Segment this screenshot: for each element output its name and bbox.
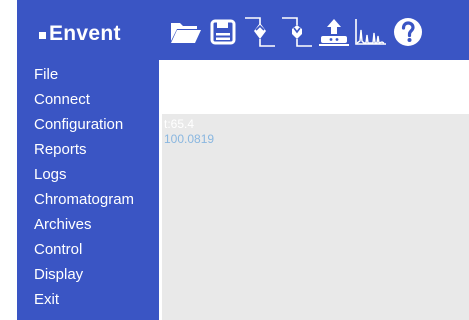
menu-item-reports[interactable]: Reports — [34, 140, 87, 160]
open-file-button[interactable] — [167, 14, 204, 50]
download-from-device-icon — [281, 17, 312, 47]
main-menu: File Connect Configuration Reports Logs … — [17, 60, 159, 320]
help-button[interactable] — [389, 14, 426, 50]
save-disk-icon — [210, 19, 235, 45]
upload-network-icon — [318, 19, 349, 46]
menu-item-connect[interactable]: Connect — [34, 90, 90, 110]
value-readout: 100.0819 — [164, 132, 215, 146]
logo-mark — [39, 31, 46, 39]
toolbar — [167, 14, 426, 50]
upload-network-button[interactable] — [315, 14, 352, 50]
menu-item-control[interactable]: Control — [34, 240, 82, 260]
chromatogram-button[interactable] — [352, 14, 389, 50]
menu-item-archives[interactable]: Archives — [34, 215, 92, 235]
upload-to-device-icon — [244, 17, 275, 47]
help-icon — [393, 18, 422, 46]
menu-item-configuration[interactable]: Configuration — [34, 115, 123, 135]
app-window: Envent File Connect Configuration Report… — [17, 0, 469, 320]
menu-item-chromatogram[interactable]: Chromatogram — [34, 190, 134, 210]
panel-divider — [159, 114, 162, 320]
menu-item-exit[interactable]: Exit — [34, 290, 59, 310]
menu-item-logs[interactable]: Logs — [34, 165, 67, 185]
time-readout: t:65.4 — [164, 117, 195, 131]
download-from-device-button[interactable] — [278, 14, 315, 50]
folder-open-icon — [170, 23, 201, 43]
brand-name: Envent — [49, 22, 121, 45]
status-panel — [159, 60, 469, 114]
save-button[interactable] — [204, 14, 241, 50]
app-logo: Envent — [39, 19, 121, 49]
upload-to-device-button[interactable] — [241, 14, 278, 50]
menu-item-file[interactable]: File — [34, 65, 58, 85]
menu-item-display[interactable]: Display — [34, 265, 83, 285]
header-bar: Envent — [17, 0, 469, 60]
chromatogram-icon — [354, 19, 386, 45]
